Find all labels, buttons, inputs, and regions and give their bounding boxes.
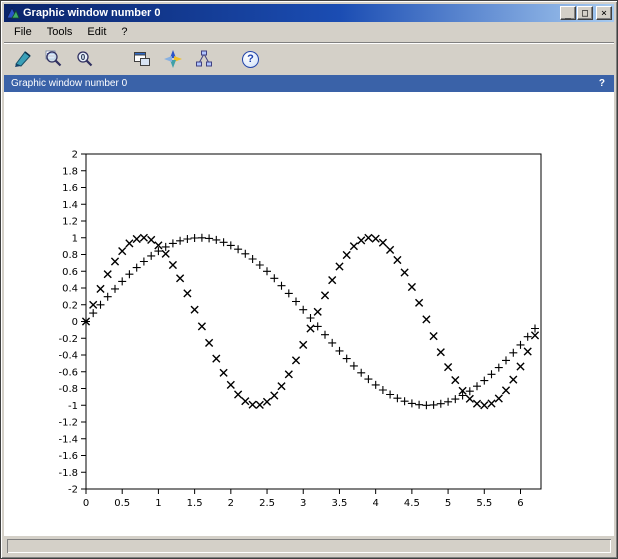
svg-text:0.2: 0.2: [62, 300, 78, 311]
svg-text:2: 2: [72, 150, 78, 161]
plot-canvas[interactable]: 2 1.8 1.6 1.4 1.2 1 0.8 0.6 0.4 0.2 0 -0.2 -0.4 -0.6 -…: [4, 92, 614, 535]
svg-text:-0.8: -0.8: [58, 384, 78, 395]
svg-text:0.8: 0.8: [62, 250, 78, 261]
svg-text:3.5: 3.5: [332, 498, 348, 509]
info-bar: Graphic window number 0 ?: [4, 75, 614, 92]
info-bar-help-icon[interactable]: ?: [597, 78, 607, 89]
maximize-button[interactable]: □: [577, 6, 593, 20]
svg-text:0: 0: [72, 317, 78, 328]
menu-tools[interactable]: Tools: [40, 24, 80, 40]
app-icon: [6, 6, 20, 20]
export-pen-button[interactable]: [9, 46, 36, 72]
svg-text:4: 4: [372, 498, 378, 509]
svg-text:-2: -2: [68, 485, 78, 496]
menu-edit[interactable]: Edit: [80, 24, 113, 40]
svg-text:0: 0: [83, 498, 89, 509]
help-button[interactable]: ?: [237, 46, 264, 72]
svg-text:1.8: 1.8: [62, 166, 78, 177]
status-panel: [7, 539, 611, 553]
svg-text:5: 5: [445, 498, 451, 509]
close-button[interactable]: ×: [596, 6, 612, 20]
svg-text:-0.2: -0.2: [58, 334, 78, 345]
svg-text:0: 0: [80, 53, 85, 62]
svg-text:3: 3: [300, 498, 306, 509]
svg-text:-1.2: -1.2: [58, 418, 78, 429]
svg-text:1.6: 1.6: [62, 183, 78, 194]
svg-text:1.2: 1.2: [62, 217, 78, 228]
svg-text:1: 1: [155, 498, 161, 509]
rotate-3d-icon: [163, 49, 183, 69]
copy-window-button[interactable]: [128, 46, 155, 72]
info-bar-title: Graphic window number 0: [11, 78, 597, 89]
zoom-area-button[interactable]: [40, 46, 67, 72]
svg-text:1.4: 1.4: [62, 200, 78, 211]
graphic-window: Graphic window number 0 _ □ × File Tools…: [0, 0, 618, 559]
ged-editor-button[interactable]: [190, 46, 217, 72]
svg-text:2: 2: [228, 498, 234, 509]
svg-text:4.5: 4.5: [404, 498, 420, 509]
menu-file[interactable]: File: [7, 24, 39, 40]
status-bar: [4, 535, 614, 555]
title-bar[interactable]: Graphic window number 0 _ □ ×: [4, 4, 614, 22]
svg-text:0.5: 0.5: [114, 498, 130, 509]
unzoom-icon: 0: [75, 49, 95, 69]
svg-text:5.5: 5.5: [476, 498, 492, 509]
svg-text:1.5: 1.5: [187, 498, 203, 509]
svg-text:6: 6: [517, 498, 523, 509]
svg-text:-1.8: -1.8: [58, 468, 78, 479]
menu-bar: File Tools Edit ?: [4, 22, 614, 42]
plot: 2 1.8 1.6 1.4 1.2 1 0.8 0.6 0.4 0.2 0 -0.2 -0.4 -0.6 -…: [4, 92, 614, 535]
svg-text:-1: -1: [68, 401, 78, 412]
copy-window-icon: [132, 49, 152, 69]
rotate-3d-button[interactable]: [159, 46, 186, 72]
export-pen-icon: [13, 49, 33, 69]
svg-text:-1.6: -1.6: [58, 451, 78, 462]
svg-text:0.4: 0.4: [62, 284, 78, 295]
menu-help[interactable]: ?: [114, 24, 134, 40]
svg-text:2.5: 2.5: [259, 498, 275, 509]
minimize-button[interactable]: _: [560, 6, 576, 20]
svg-text:1: 1: [72, 233, 78, 244]
window-title: Graphic window number 0: [23, 7, 557, 19]
toolbar: 0: [4, 42, 614, 75]
zoom-area-icon: [44, 49, 64, 69]
svg-text:-0.4: -0.4: [58, 351, 78, 362]
ged-editor-icon: [194, 49, 214, 69]
help-icon: ?: [242, 51, 259, 68]
unzoom-button[interactable]: 0: [71, 46, 98, 72]
svg-text:-1.4: -1.4: [58, 434, 78, 445]
svg-text:-0.6: -0.6: [58, 367, 78, 378]
svg-text:0.6: 0.6: [62, 267, 78, 278]
